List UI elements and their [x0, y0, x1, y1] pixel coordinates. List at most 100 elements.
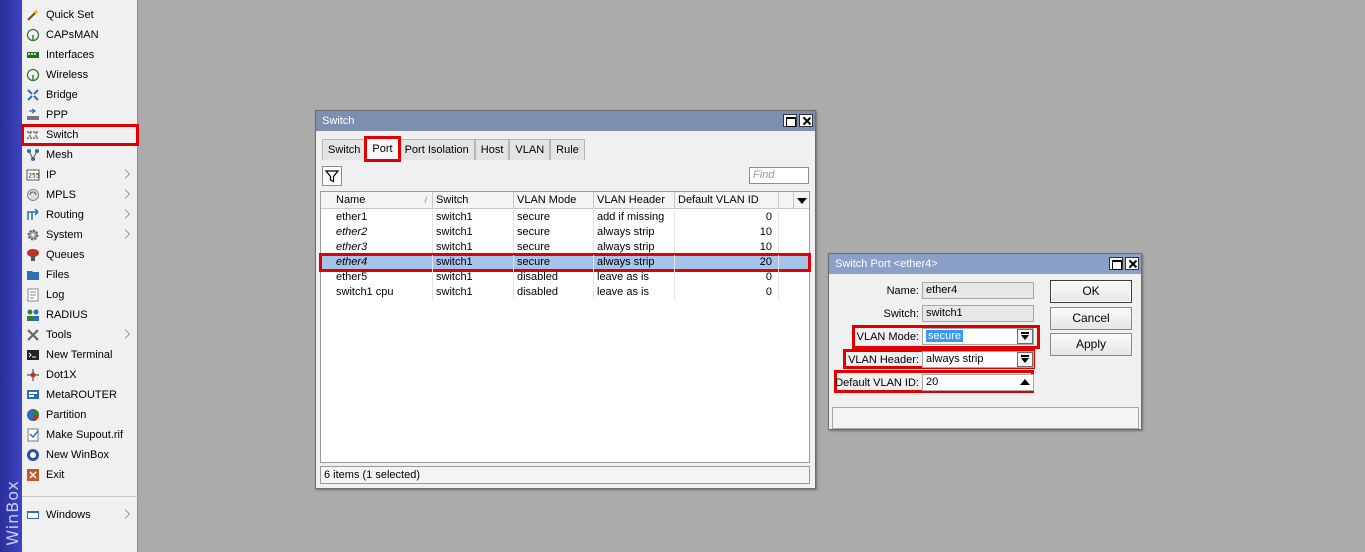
table-row[interactable]: ether2 switch1 secure always strip 10: [321, 225, 809, 240]
sidebar-item-label: CAPsMAN: [46, 29, 99, 41]
maximize-icon[interactable]: [783, 114, 797, 127]
ppp-icon: [26, 108, 40, 122]
tab-port[interactable]: Port: [364, 136, 401, 162]
port-dialog-titlebar[interactable]: Switch Port <ether4>: [829, 254, 1141, 274]
sidebar-item-routing[interactable]: Routing: [22, 205, 138, 225]
partition-icon: [26, 408, 40, 422]
switch-icon: [26, 128, 40, 142]
cell-vlan-header: always strip: [594, 240, 675, 255]
sidebar-item-label: MPLS: [46, 189, 76, 201]
dot1x-icon: [26, 368, 40, 382]
column-header-default-vlan-id[interactable]: Default VLAN ID: [675, 192, 779, 209]
tab-vlan[interactable]: VLAN: [509, 139, 551, 160]
sidebar-item-make-supout-rif[interactable]: Make Supout.rif: [22, 425, 138, 445]
close-icon[interactable]: [799, 114, 813, 127]
cell-vlan-mode: secure: [514, 255, 594, 270]
sidebar-item-windows[interactable]: Windows: [22, 505, 138, 525]
ok-button[interactable]: OK: [1050, 280, 1132, 303]
sidebar-item-label: Routing: [46, 209, 84, 221]
table-row[interactable]: ether4 switch1 secure always strip 20: [319, 253, 811, 272]
wand-icon: [26, 8, 40, 22]
switch-window-titlebar[interactable]: Switch: [316, 111, 815, 131]
routing-icon: [26, 208, 40, 222]
table-row[interactable]: ether1 switch1 secure add if missing 0: [321, 210, 809, 225]
cell-switch: switch1: [433, 210, 514, 225]
sidebar-item-ip[interactable]: 255 IP: [22, 165, 138, 185]
sidebar-item-label: Interfaces: [46, 49, 95, 61]
sidebar-item-label: RADIUS: [46, 309, 88, 321]
cell-vlan-mode: disabled: [514, 270, 594, 285]
table-row[interactable]: ether5 switch1 disabled leave as is 0: [321, 270, 809, 285]
maximize-icon[interactable]: [1109, 257, 1123, 270]
table-row[interactable]: ether3 switch1 secure always strip 10: [321, 240, 809, 255]
sidebar-item-label: Dot1X: [46, 369, 77, 381]
status-bar: 6 items (1 selected): [320, 466, 810, 484]
sidebar-item-dot1x[interactable]: Dot1X: [22, 365, 138, 385]
column-header-vlan-mode[interactable]: VLAN Mode: [514, 192, 594, 209]
sidebar-item-tools[interactable]: Tools: [22, 325, 138, 345]
cell-name: ether2: [333, 225, 433, 240]
tab-rule[interactable]: Rule: [550, 139, 585, 160]
sidebar-item-metarouter[interactable]: MetaROUTER: [22, 385, 138, 405]
tab-host[interactable]: Host: [474, 139, 510, 160]
cell-default-vlan-id: 0: [675, 285, 779, 300]
column-header-switch[interactable]: Switch: [433, 192, 514, 209]
close-icon[interactable]: [1125, 257, 1139, 270]
sidebar-item-label: MetaROUTER: [46, 389, 117, 401]
column-chooser-dropdown[interactable]: [793, 192, 809, 209]
port-table: Name Switch VLAN Mode VLAN Header Defaul…: [319, 191, 811, 463]
sidebar-item-interfaces[interactable]: Interfaces: [22, 45, 138, 65]
sidebar-item-label: Partition: [46, 409, 87, 421]
sidebar-item-label: System: [46, 229, 83, 241]
vlan-header-dropdown-icon[interactable]: [1017, 352, 1033, 367]
name-value: ether4: [926, 284, 958, 296]
sidebar-item-system[interactable]: System: [22, 225, 138, 245]
column-header-vlan-header[interactable]: VLAN Header: [594, 192, 675, 209]
find-input[interactable]: Find: [749, 167, 809, 184]
winbox-icon: [26, 448, 40, 462]
sidebar-item-new-winbox[interactable]: New WinBox: [22, 445, 138, 465]
sidebar-item-label: Windows: [46, 509, 91, 521]
sidebar-item-exit[interactable]: Exit: [22, 465, 138, 485]
sidebar-item-mesh[interactable]: Mesh: [22, 145, 138, 165]
default-vlan-label: Default VLAN ID:: [835, 377, 919, 389]
sidebar-item-partition[interactable]: Partition: [22, 405, 138, 425]
sidebar-item-queues[interactable]: Queues: [22, 245, 138, 265]
sidebar-item-radius[interactable]: RADIUS: [22, 305, 138, 325]
sidebar-item-label: Quick Set: [46, 9, 94, 21]
sidebar-item-label: Exit: [46, 469, 65, 481]
cell-default-vlan-id: 0: [675, 270, 779, 285]
switch-window-title: Switch: [322, 115, 355, 127]
cell-default-vlan-id: 10: [675, 225, 779, 240]
submenu-arrow-icon: [125, 229, 130, 239]
sidebar-item-log[interactable]: Log: [22, 285, 138, 305]
submenu-arrow-icon: [125, 329, 130, 339]
table-row[interactable]: switch1 cpu switch1 disabled leave as is 0: [321, 285, 809, 300]
sidebar-item-bridge[interactable]: Bridge: [22, 85, 138, 105]
sidebar-item-ppp[interactable]: PPP: [22, 105, 138, 125]
sidebar-item-new-terminal[interactable]: New Terminal: [22, 345, 138, 365]
sidebar-item-label: Mesh: [46, 149, 73, 161]
column-header-name[interactable]: Name: [333, 192, 433, 209]
mpls-icon: [26, 188, 40, 202]
vlan-header-label: VLAN Header:: [848, 354, 919, 366]
sidebar-item-wireless[interactable]: Wireless: [22, 65, 138, 85]
sidebar-item-label: New WinBox: [46, 449, 109, 461]
tab-port-isolation[interactable]: Port Isolation: [398, 139, 475, 160]
filter-icon: [325, 170, 339, 183]
switch-window: Switch Switch Port Port Isolation Host VLAN R…: [315, 110, 816, 489]
sidebar-item-switch[interactable]: Switch: [21, 124, 139, 146]
sidebar-item-mpls[interactable]: MPLS: [22, 185, 138, 205]
tab-switch[interactable]: Switch: [322, 139, 367, 160]
apply-button[interactable]: Apply: [1050, 333, 1132, 356]
collapse-arrow-icon[interactable]: [1017, 375, 1033, 390]
sidebar-item-files[interactable]: Files: [22, 265, 138, 285]
sidebar-item-capsman[interactable]: CAPsMAN: [22, 25, 138, 45]
submenu-arrow-icon: [125, 169, 130, 179]
filter-button[interactable]: [322, 166, 342, 186]
sidebar-item-quick-set[interactable]: Quick Set: [22, 5, 138, 25]
sidebar-item-label: Log: [46, 289, 65, 301]
vlan-mode-dropdown-icon[interactable]: [1017, 329, 1033, 344]
svg-text:255: 255: [28, 173, 40, 180]
cancel-button[interactable]: Cancel: [1050, 307, 1132, 330]
